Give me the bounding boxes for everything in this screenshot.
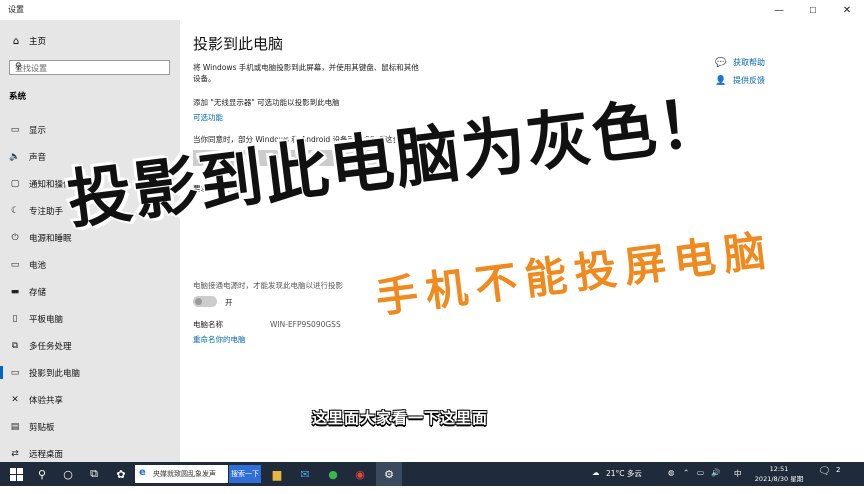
power-icon: ⏻ bbox=[11, 232, 19, 243]
taskbar-search-box[interactable]: e 央媒就致圆乱象发声 bbox=[135, 465, 228, 483]
sidebar-item-label: 专注助手 bbox=[29, 206, 64, 217]
display-icon: ▭ bbox=[10, 124, 20, 135]
sidebar-item[interactable]: ⧉ 多任务处理 bbox=[0, 332, 180, 359]
pin-text: 电脑接通电源时，才能发现此电脑以进行投影 bbox=[193, 281, 343, 290]
settings-gear-icon[interactable]: ⚙ bbox=[381, 466, 397, 482]
ime-language[interactable]: 中 bbox=[734, 468, 742, 479]
windows-logo-icon bbox=[9, 467, 23, 481]
sidebar-item[interactable]: ▤ 剪贴板 bbox=[0, 413, 180, 440]
sidebar-home[interactable]: ⌂ 主页 bbox=[10, 35, 47, 48]
project-icon: ▭ bbox=[10, 367, 20, 378]
video-subtitle: 这里面大家看一下这里面 bbox=[312, 409, 489, 427]
pc-name-value: WIN-EFP9S090GSS bbox=[270, 320, 341, 329]
start-button[interactable] bbox=[8, 466, 24, 482]
battery-icon: ▭ bbox=[10, 259, 20, 270]
share-icon: ✕ bbox=[11, 394, 19, 405]
discover-toggle[interactable] bbox=[193, 296, 217, 307]
sidebar-item-label: 电源和睡眠 bbox=[29, 233, 72, 244]
search-input[interactable]: 查找设置 ⚲ bbox=[9, 60, 170, 75]
feedback-link[interactable]: 👤 提供反馈 bbox=[715, 75, 765, 86]
taskbar-search-button[interactable]: 搜索一下 bbox=[229, 465, 261, 483]
mail-icon[interactable]: ✉ bbox=[297, 466, 313, 482]
description-line-2: 设备。 bbox=[193, 74, 216, 83]
tablet-icon: ▯ bbox=[12, 313, 18, 324]
app-title: 设置 bbox=[8, 5, 24, 14]
sidebar-item-label: 多任务处理 bbox=[29, 341, 72, 352]
get-help-label: 获取帮助 bbox=[733, 58, 765, 67]
chrome-icon[interactable]: ◉ bbox=[352, 466, 368, 482]
description-line-1: 将 Windows 手机或电脑投影到此屏幕，并使用其键盘、鼠标和其他 bbox=[193, 63, 419, 72]
minimize-button[interactable]: — bbox=[762, 0, 796, 20]
moon-icon: ☾ bbox=[10, 205, 20, 216]
sidebar-item[interactable]: ▭ 投影到此电脑 bbox=[0, 359, 180, 386]
notification-count: 2 bbox=[836, 466, 841, 474]
sidebar-category: 系统 bbox=[9, 92, 27, 102]
maximize-button[interactable]: ☐ bbox=[796, 0, 830, 20]
sidebar-item-label: 剪贴板 bbox=[29, 422, 55, 433]
app-green-icon[interactable]: ● bbox=[325, 466, 341, 482]
taskbar: ⚲ ○ ⧉ ✿ e 央媒就致圆乱象发声 搜索一下 ▆ ✉ ● ◉ ⚙ ☁ 21°… bbox=[0, 462, 864, 493]
file-explorer-icon[interactable]: ▆ bbox=[269, 466, 285, 482]
sidebar-item-label: 远程桌面 bbox=[29, 449, 64, 460]
remote-icon: ⇄ bbox=[11, 448, 19, 459]
app-icon[interactable]: ✿ bbox=[113, 466, 129, 482]
sidebar-item-label: 电池 bbox=[29, 260, 47, 271]
sidebar: ⌂ 主页 查找设置 ⚲ 系统 ▭ 显示 🔈 声音 ▢ 通知和操作 ☾ 专注助手 ⏻ 电源和睡眠 ▭ 电… bbox=[0, 20, 180, 462]
tray-expand-icon[interactable]: ⌃ bbox=[683, 468, 689, 477]
clock[interactable]: 12:51 2021/8/30 星期一 bbox=[752, 464, 806, 494]
multitask-icon: ⧉ bbox=[11, 340, 19, 351]
sidebar-item[interactable]: ▭ 电池 bbox=[0, 251, 180, 278]
rename-pc-link[interactable]: 重命名你的电脑 bbox=[193, 334, 246, 345]
storage-icon: ▬ bbox=[10, 286, 20, 297]
sidebar-item-label: 平板电脑 bbox=[29, 314, 64, 325]
weather-text[interactable]: 21°C 多云 bbox=[606, 468, 642, 479]
browser-icon: e bbox=[139, 467, 146, 478]
close-button[interactable]: ✕ bbox=[830, 0, 864, 20]
get-help-link[interactable]: 💬 获取帮助 bbox=[715, 57, 765, 68]
volume-icon[interactable]: 🔊 bbox=[711, 468, 720, 477]
sidebar-item-label: 显示 bbox=[29, 125, 47, 136]
add-display-text: 添加 "无线显示器" 可选功能以投影到此电脑 bbox=[193, 98, 340, 107]
clipboard-icon: ▤ bbox=[10, 421, 20, 432]
optional-features-link[interactable]: 可选功能 bbox=[193, 112, 223, 123]
notification-icon[interactable]: 🗨 bbox=[818, 466, 831, 477]
sidebar-item-label: 声音 bbox=[29, 152, 47, 163]
title-bar[interactable]: 设置 — ☐ ✕ bbox=[0, 0, 864, 20]
sidebar-item-label: 存储 bbox=[29, 287, 47, 298]
search-icon: ⚲ bbox=[15, 62, 22, 72]
network-icon[interactable]: ▭ bbox=[697, 468, 704, 477]
home-label: 主页 bbox=[29, 37, 47, 47]
cortana-icon[interactable]: ○ bbox=[60, 466, 76, 482]
sidebar-item[interactable]: ▯ 平板电脑 bbox=[0, 305, 180, 332]
pc-name-label: 电脑名称 bbox=[193, 320, 223, 329]
sidebar-item-label: 投影到此电脑 bbox=[29, 368, 81, 379]
clock-time: 12:51 bbox=[769, 465, 789, 473]
taskbar-search-text: 央媒就致圆乱象发声 bbox=[153, 470, 216, 478]
sidebar-item[interactable]: ▬ 存储 bbox=[0, 278, 180, 305]
speaker-icon: 🔈 bbox=[9, 151, 21, 162]
notification-icon: ▢ bbox=[10, 178, 20, 189]
search-icon[interactable]: ⚲ bbox=[34, 466, 50, 482]
task-view-icon[interactable]: ⧉ bbox=[86, 466, 102, 482]
wechat-icon[interactable]: ◍ bbox=[668, 468, 675, 477]
toggle-state: 开 bbox=[225, 298, 233, 307]
page-title: 投影到此电脑 bbox=[193, 35, 284, 53]
home-icon: ⌂ bbox=[12, 35, 20, 47]
help-icon: 💬 bbox=[715, 57, 727, 68]
sidebar-item[interactable]: ✕ 体验共享 bbox=[0, 386, 180, 413]
weather-icon: ☁ bbox=[592, 468, 600, 477]
sidebar-item-label: 体验共享 bbox=[29, 395, 64, 406]
feedback-label: 提供反馈 bbox=[733, 76, 765, 85]
clock-date: 2021/8/30 星期一 bbox=[754, 475, 804, 493]
